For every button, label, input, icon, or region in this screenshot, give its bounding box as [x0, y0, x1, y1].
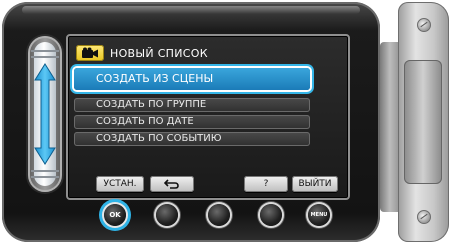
- set-button[interactable]: УСТАН.: [96, 176, 144, 192]
- physical-button-4[interactable]: [260, 204, 282, 226]
- body-highlight: [22, 6, 360, 14]
- menu-list: СОЗДАТЬ ИЗ СЦЕНЫ СОЗДАТЬ ПО ГРУППЕ СОЗДА…: [74, 68, 310, 149]
- ok-button[interactable]: OK: [104, 204, 126, 226]
- up-down-arrow-icon: [34, 63, 56, 165]
- screen-title: НОВЫЙ СПИСОК: [110, 46, 208, 60]
- video-camera-icon-glyph: [82, 47, 98, 58]
- camera-ui: НОВЫЙ СПИСОК СОЗДАТЬ ИЗ СЦЕНЫ СОЗДАТЬ ПО…: [0, 0, 451, 245]
- screen-header: НОВЫЙ СПИСОК: [76, 44, 208, 62]
- physical-button-3[interactable]: [208, 204, 230, 226]
- menu-item-create-by-group[interactable]: СОЗДАТЬ ПО ГРУППЕ: [74, 98, 310, 112]
- physical-button-row: OK MENU: [90, 200, 350, 230]
- return-arrow-icon: [163, 179, 179, 189]
- video-camera-icon: [76, 45, 104, 61]
- touch-slider[interactable]: [28, 36, 62, 192]
- soft-button-bar: УСТАН. ? ВЫЙТИ: [96, 176, 342, 194]
- exit-button[interactable]: ВЫЙТИ: [292, 176, 338, 192]
- help-button[interactable]: ?: [244, 176, 288, 192]
- menu-item-create-by-event[interactable]: СОЗДАТЬ ПО СОБЫТИЮ: [74, 132, 310, 146]
- menu-item-create-by-date[interactable]: СОЗДАТЬ ПО ДАТЕ: [74, 115, 310, 129]
- lcd-screen: НОВЫЙ СПИСОК СОЗДАТЬ ИЗ СЦЕНЫ СОЗДАТЬ ПО…: [66, 34, 350, 200]
- back-button[interactable]: [150, 176, 194, 192]
- physical-button-2[interactable]: [156, 204, 178, 226]
- screw-icon: [417, 18, 431, 32]
- screw-icon: [417, 210, 431, 224]
- side-slot: [404, 60, 442, 184]
- menu-item-create-from-scene[interactable]: СОЗДАТЬ ИЗ СЦЕНЫ: [74, 68, 310, 90]
- menu-button[interactable]: MENU: [308, 204, 330, 226]
